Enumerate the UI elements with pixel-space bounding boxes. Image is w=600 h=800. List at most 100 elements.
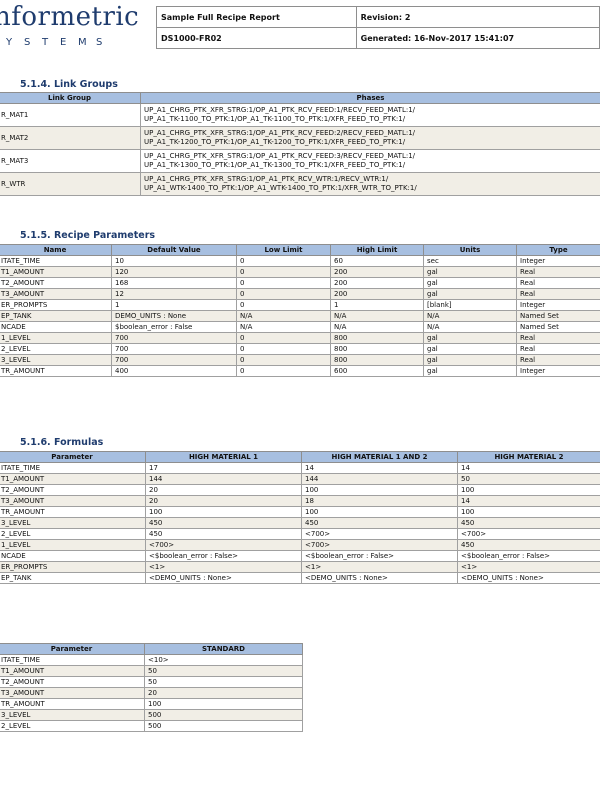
formula-value: <$boolean_error : False> <box>301 550 458 562</box>
parameter-value: 1 <box>330 299 424 311</box>
parameter-value: N/A <box>330 310 424 322</box>
parameter-value: 700 <box>111 343 237 355</box>
logo-letter: S <box>24 37 31 48</box>
logo-wordmark: nformetric <box>0 2 140 32</box>
table-row: T1_AMOUNT 120 0 200 gal Real <box>0 266 600 278</box>
table-row: ITATE_TIME 10 0 60 sec Integer <box>0 255 600 267</box>
phase-line: UP_A1_TK-1100_TO_PTK:1/OP_A1_TK-1100_TO_… <box>144 115 406 123</box>
parameter-value: 600 <box>330 365 424 377</box>
parameter-name: ER_PROMPTS <box>0 299 112 311</box>
table-row: T1_AMOUNT 144 144 50 <box>0 473 600 485</box>
table-row: NCADE $boolean_error : False N/A N/A N/A Name… <box>0 321 600 333</box>
table-row: R_MAT2 UP_A1_CHRG_PTK_XFR_STRG:1/OP_A1_P… <box>0 126 600 150</box>
table-row: ER_PROMPTS <1> <1> <1> <box>0 561 600 573</box>
formula-value: 450 <box>457 517 600 529</box>
parameter-value: [blank] <box>423 299 517 311</box>
parameter-value: gal <box>423 332 517 344</box>
phase-line: UP_A1_CHRG_PTK_XFR_STRG:1/OP_A1_PTK_RCV_… <box>144 175 389 183</box>
parameter-value: Real <box>516 277 600 289</box>
table-row: R_MAT3 UP_A1_CHRG_PTK_XFR_STRG:1/OP_A1_P… <box>0 149 600 173</box>
formula-value: 100 <box>301 484 458 496</box>
formula-value: 14 <box>457 495 600 507</box>
parameter-value: 200 <box>330 266 424 278</box>
phase-line: UP_A1_TK-1200_TO_PTK:1/OP_A1_TK-1200_TO_… <box>144 138 406 146</box>
company-logo: nformetric YSTEMS <box>0 2 144 58</box>
table-row: 2_LEVEL 500 <box>0 720 303 732</box>
formula-value: 20 <box>145 484 302 496</box>
formula-value: 17 <box>145 462 302 474</box>
link-group-name: R_MAT2 <box>0 126 141 150</box>
parameter-value: 0 <box>236 266 331 278</box>
parameter-name: T3_AMOUNT <box>0 495 146 507</box>
formula-value: <1> <box>145 561 302 573</box>
table-row: R_MAT1 UP_A1_CHRG_PTK_XFR_STRG:1/OP_A1_P… <box>0 103 600 127</box>
parameter-value: $boolean_error : False <box>111 321 237 333</box>
parameter-value: 800 <box>330 332 424 344</box>
phase-line: UP_A1_CHRG_PTK_XFR_STRG:1/OP_A1_PTK_RCV_… <box>144 129 416 137</box>
formula-value: 144 <box>145 473 302 485</box>
table-row: T2_AMOUNT 168 0 200 gal Real <box>0 277 600 289</box>
parameter-value: 0 <box>236 354 331 366</box>
formula-value: 14 <box>457 462 600 474</box>
formula-value: 450 <box>145 528 302 540</box>
parameter-value: 200 <box>330 277 424 289</box>
formula-value: <700> <box>301 528 458 540</box>
parameter-value: 0 <box>236 299 331 311</box>
formula-value: 18 <box>301 495 458 507</box>
link-group-name: R_MAT1 <box>0 103 141 127</box>
parameter-name: T1_AMOUNT <box>0 473 146 485</box>
parameter-name: EP_TANK <box>0 310 112 322</box>
column-header: Low Limit <box>236 244 331 256</box>
table-row: T2_AMOUNT 20 100 100 <box>0 484 600 496</box>
parameter-name: TR_AMOUNT <box>0 698 145 710</box>
parameter-name: T2_AMOUNT <box>0 277 112 289</box>
logo-letter: Y <box>6 37 13 48</box>
table-row: T3_AMOUNT 12 0 200 gal Real <box>0 288 600 300</box>
formulas-table: Parameter HIGH MATERIAL 1 HIGH MATERIAL 1 … <box>0 451 600 584</box>
parameter-value: gal <box>423 288 517 300</box>
table-row: 3_LEVEL 500 <box>0 709 303 721</box>
link-group-phases: UP_A1_CHRG_PTK_XFR_STRG:1/OP_A1_PTK_RCV_… <box>140 126 600 150</box>
link-group-phases: UP_A1_CHRG_PTK_XFR_STRG:1/OP_A1_PTK_RCV_… <box>140 103 600 127</box>
parameter-value: 1 <box>111 299 237 311</box>
formula-value: 500 <box>144 709 303 721</box>
parameter-name: 1_LEVEL <box>0 332 112 344</box>
phase-line: UP_A1_WTK-1400_TO_PTK:1/OP_A1_WTK-1400_T… <box>144 184 417 192</box>
phase-line: UP_A1_TK-1300_TO_PTK:1/OP_A1_TK-1300_TO_… <box>144 161 406 169</box>
parameter-name: NCADE <box>0 321 112 333</box>
section-title-formulas: 5.1.6. Formulas <box>20 437 104 448</box>
parameter-name: 2_LEVEL <box>0 528 146 540</box>
report-title: Sample Full Recipe Report <box>156 6 357 28</box>
formula-value: 100 <box>457 484 600 496</box>
parameter-value: 800 <box>330 343 424 355</box>
column-header: Name <box>0 244 112 256</box>
phase-line: UP_A1_CHRG_PTK_XFR_STRG:1/OP_A1_PTK_RCV_… <box>144 152 416 160</box>
parameter-value: 0 <box>236 255 331 267</box>
table-row: TR_AMOUNT 100 <box>0 698 303 710</box>
parameter-value: 0 <box>236 332 331 344</box>
parameter-name: TR_AMOUNT <box>0 365 112 377</box>
parameter-value: Named Set <box>516 321 600 333</box>
parameter-value: gal <box>423 365 517 377</box>
parameter-value: Real <box>516 288 600 300</box>
formula-value: <DEMO_UNITS : None> <box>301 572 458 584</box>
link-groups-table: Link Group Phases R_MAT1 UP_A1_CHRG_PTK_… <box>0 92 600 196</box>
parameter-value: 120 <box>111 266 237 278</box>
parameter-name: TR_AMOUNT <box>0 506 146 518</box>
parameter-name: T3_AMOUNT <box>0 288 112 300</box>
parameter-value: 0 <box>236 343 331 355</box>
parameter-value: 60 <box>330 255 424 267</box>
parameter-name: 3_LEVEL <box>0 709 145 721</box>
parameter-value: gal <box>423 343 517 355</box>
table-row: T2_AMOUNT 50 <box>0 676 303 688</box>
recipe-parameters-table: Name Default Value Low Limit High Limit Unit… <box>0 244 600 377</box>
formula-value: 100 <box>301 506 458 518</box>
logo-letter: S <box>96 37 103 48</box>
table-row: 1_LEVEL <700> <700> 450 <box>0 539 600 551</box>
parameter-value: Integer <box>516 365 600 377</box>
table-row: ITATE_TIME <10> <box>0 654 303 666</box>
parameter-value: 200 <box>330 288 424 300</box>
parameter-name: T1_AMOUNT <box>0 665 145 677</box>
parameter-value: Integer <box>516 299 600 311</box>
standard-formula-table: Parameter STANDARD ITATE_TIME <10> T1_AMOUN… <box>0 643 303 732</box>
